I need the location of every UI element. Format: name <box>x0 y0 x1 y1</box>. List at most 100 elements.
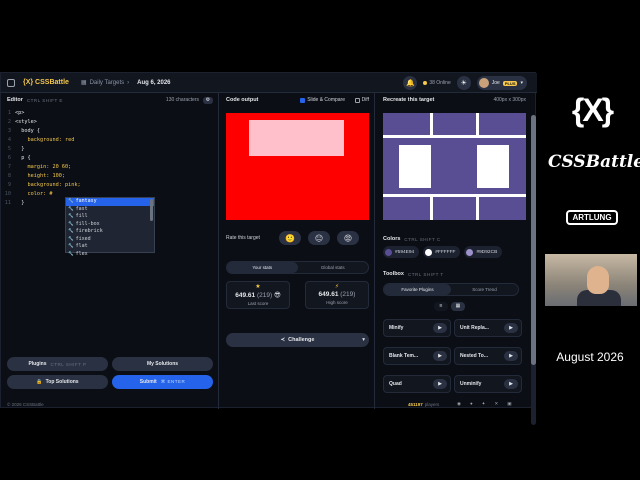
my-solutions-button[interactable]: My Solutions <box>112 357 213 371</box>
code-line[interactable]: 2 <style> <box>3 118 81 127</box>
code-line[interactable]: 4 background: red <box>3 136 81 145</box>
diff-toggle[interactable]: Diff <box>354 97 369 103</box>
play-icon[interactable]: ▶ <box>433 351 447 361</box>
code-text[interactable]: <style> <box>15 118 37 127</box>
breadcrumb-daily-targets[interactable]: Daily Targets <box>90 80 125 86</box>
line-number: 2 <box>7 119 11 125</box>
tab-favorite-plugins[interactable]: Favorite Plugins <box>384 284 451 295</box>
code-text[interactable]: } <box>15 145 24 154</box>
autocomplete-item[interactable]: 🔧 fill <box>66 213 154 221</box>
autocomplete-item[interactable]: 🔧 firebrick <box>66 228 154 236</box>
autocomplete-item[interactable]: 🔧 fill-box <box>66 221 154 229</box>
top-solutions-button[interactable]: 🔒 Top Solutions <box>7 375 108 389</box>
code-editor[interactable]: 1 <p> 2 <style> 3 body {4 background: red 5 }… <box>3 109 81 208</box>
target-canvas[interactable] <box>383 113 526 220</box>
code-line[interactable]: 5 } <box>3 145 81 154</box>
code-line[interactable]: 8 height: 100; <box>3 172 81 181</box>
plugin-tool[interactable]: Nested To... ▶ <box>454 347 522 365</box>
checkbox-checked-icon[interactable] <box>300 97 306 103</box>
code-line[interactable]: 3 body { <box>3 127 81 136</box>
breadcrumb[interactable]: ▦ Daily Targets › <box>81 79 129 87</box>
slide-compare-toggle[interactable]: Slide & Compare <box>300 97 345 103</box>
partner-logo: ARTLUNG <box>566 210 618 225</box>
tab-score-trend[interactable]: Score Trend <box>451 284 518 295</box>
app-title[interactable]: {X} CSSBattle <box>23 79 69 86</box>
play-icon[interactable]: ▶ <box>504 323 518 333</box>
app-window: {X} CSSBattle ▦ Daily Targets › Aug 6, 2… <box>0 72 537 425</box>
line-number: 10 <box>4 191 11 197</box>
plugin-tool[interactable]: Unminify ▶ <box>454 375 522 393</box>
tab-your-stats[interactable]: Your stats <box>227 262 298 273</box>
target-top-bar <box>383 135 526 138</box>
x-icon[interactable]: ✕ <box>494 401 498 407</box>
high-score-card: ⚡ 649.61 (219) High score <box>305 281 369 309</box>
github-icon[interactable]: ● <box>470 401 473 407</box>
autocomplete-item[interactable]: 🔧 fantasy <box>66 198 154 206</box>
color-dot <box>466 248 474 256</box>
code-text[interactable]: body { <box>15 127 40 136</box>
code-text[interactable]: color: # <box>15 190 52 199</box>
toolbox-tabs[interactable]: Favorite Plugins Score Trend <box>383 283 519 296</box>
user-menu[interactable]: Joe PLUS ▾ <box>476 76 527 90</box>
play-icon[interactable]: ▶ <box>504 379 518 389</box>
plugin-tool[interactable]: Minify ▶ <box>383 319 451 337</box>
plugins-button[interactable]: Plugins CTRL SHIFT P <box>7 357 108 371</box>
code-text[interactable]: height: 100; <box>15 172 65 181</box>
line-number: 3 <box>7 128 11 134</box>
code-text[interactable]: background: red <box>15 136 74 145</box>
toolbox-title: Toolbox <box>383 271 404 277</box>
autocomplete-item[interactable]: 🔧 fast <box>66 206 154 214</box>
linkedin-icon[interactable]: ▣ <box>507 401 511 407</box>
discord-icon[interactable]: ◉ <box>457 401 461 407</box>
rate-neutral-button[interactable]: 😐 <box>308 231 330 245</box>
play-icon[interactable]: ▶ <box>433 323 447 333</box>
stats-tabs[interactable]: Your stats Global stats <box>226 261 369 274</box>
code-text[interactable]: <p> <box>15 109 24 118</box>
color-swatch[interactable]: #594E94 <box>383 246 420 258</box>
plugin-tool[interactable]: Unit Repla... ▶ <box>454 319 522 337</box>
plus-badge: PLUS <box>502 80 518 86</box>
autocomplete-item[interactable]: 🔧 flat <box>66 243 154 251</box>
code-line[interactable]: 9 background: pink; <box>3 181 81 190</box>
brand-name: CSSBattle <box>548 152 640 172</box>
settings-gear-icon[interactable]: ⚙ <box>203 96 213 104</box>
target-panel: Recreate this target 400px x 300px Color… <box>376 93 537 425</box>
code-line[interactable]: 7 margin: 20 60; <box>3 163 81 172</box>
code-line[interactable]: 6 p { <box>3 154 81 163</box>
checkbox-icon[interactable] <box>354 97 360 103</box>
code-line[interactable]: 1 <p> <box>3 109 81 118</box>
submit-button[interactable]: Submit ⌘ ENTER <box>112 375 213 389</box>
social-links: ◉ ● ✦ ✕ ▣ <box>457 401 511 407</box>
list-view-icon[interactable]: ≡ <box>434 302 448 311</box>
colors-title: Colors <box>383 236 401 242</box>
challenge-button[interactable]: ≺ Challenge ▾ <box>226 333 369 347</box>
grid-view-icon[interactable]: ▦ <box>451 302 465 311</box>
autocomplete-scrollbar[interactable] <box>150 199 153 221</box>
play-icon[interactable]: ▶ <box>433 379 447 389</box>
code-text[interactable]: } <box>15 199 24 208</box>
bluesky-icon[interactable]: ✦ <box>482 401 486 407</box>
panel-scrollbar[interactable] <box>531 115 536 425</box>
autocomplete-dropdown[interactable]: 🔧 fantasy 🔧 fast 🔧 fill 🔧 fill-box 🔧 firebrick 🔧 fi… <box>65 197 155 257</box>
sidebar-toggle-icon[interactable] <box>7 78 15 87</box>
plugin-tool[interactable]: Blank Tem... ▶ <box>383 347 451 365</box>
rate-angry-button[interactable]: 😡 <box>337 231 359 245</box>
tab-global-stats[interactable]: Global stats <box>298 262 369 273</box>
code-text[interactable]: margin: 20 60; <box>15 163 71 172</box>
notifications-bell-icon[interactable]: 🔔 <box>403 76 418 90</box>
target-post <box>430 113 433 138</box>
line-number: 6 <box>7 155 11 161</box>
autocomplete-item[interactable]: 🔧 fixed <box>66 236 154 244</box>
view-toggle[interactable]: ≡ ▦ <box>434 302 465 311</box>
color-swatch[interactable]: #FFFFFF <box>423 246 461 258</box>
play-icon[interactable]: ▶ <box>504 351 518 361</box>
rate-happy-button[interactable]: 🙂 <box>279 231 301 245</box>
plugin-tool[interactable]: Quad ▶ <box>383 375 451 393</box>
autocomplete-item[interactable]: 🔧 flex <box>66 251 154 259</box>
theme-toggle-icon[interactable]: ☀ <box>456 76 471 90</box>
code-text[interactable]: background: pink; <box>15 181 80 190</box>
top-bar: {X} CSSBattle ▦ Daily Targets › Aug 6, 2… <box>1 73 537 93</box>
output-canvas[interactable] <box>226 113 369 220</box>
code-text[interactable]: p { <box>15 154 30 163</box>
color-swatch[interactable]: #9D92CB <box>464 246 503 258</box>
